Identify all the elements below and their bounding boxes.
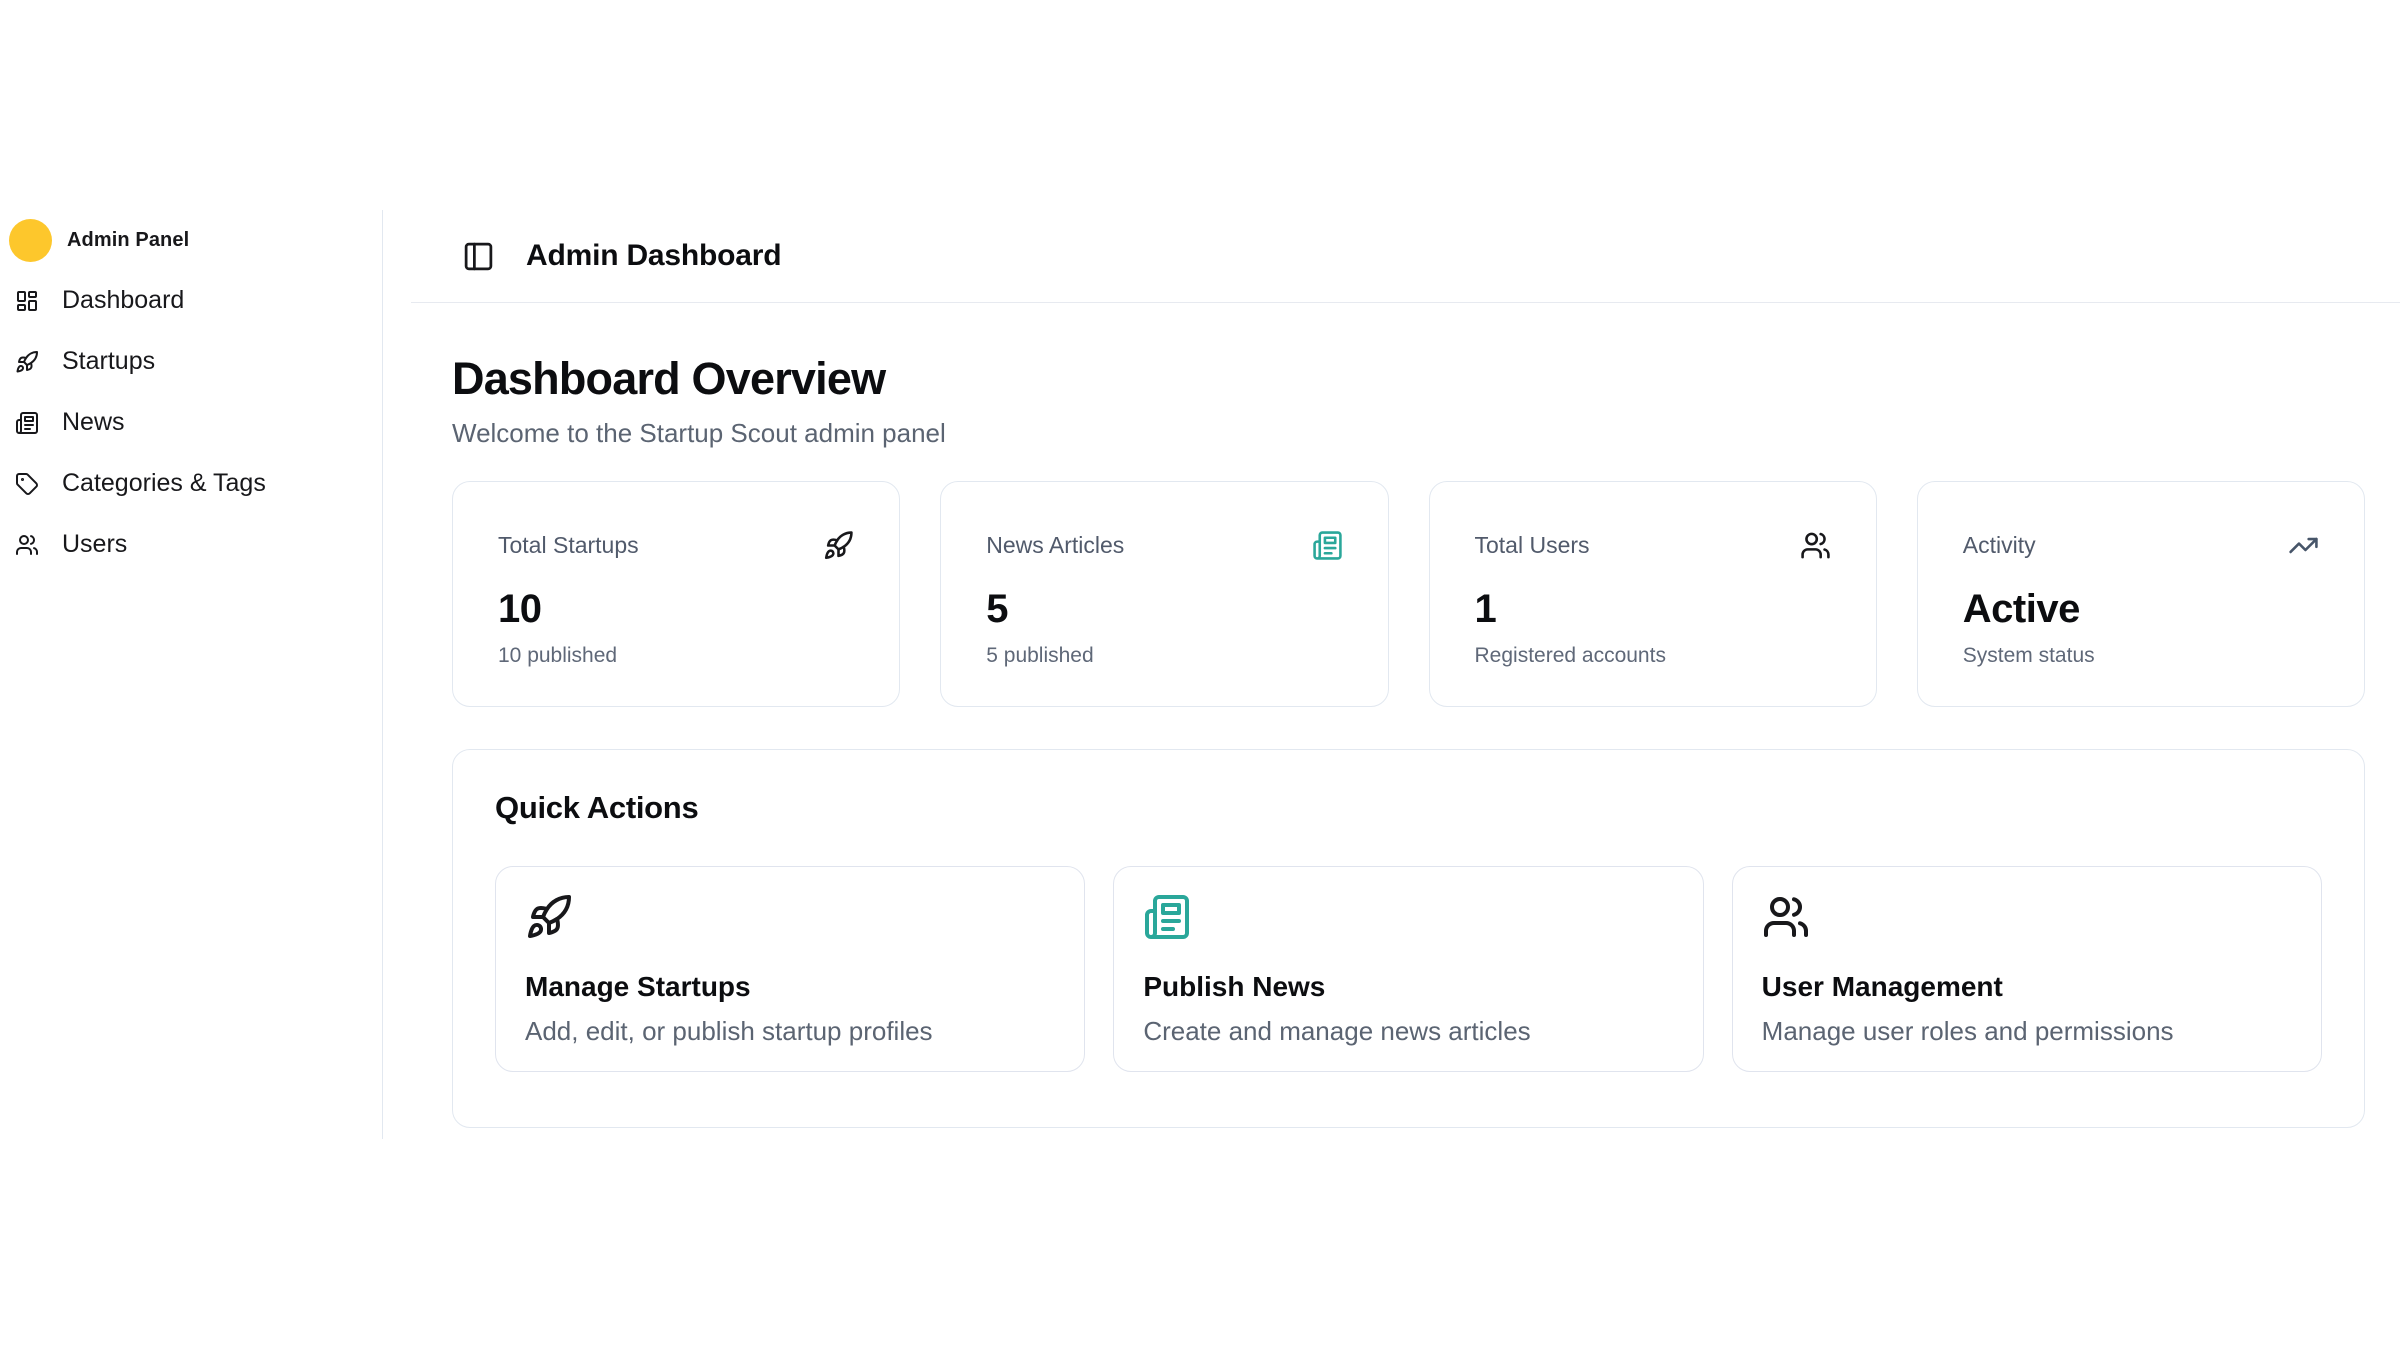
users-icon [1800,530,1831,561]
rocket-icon [823,530,854,561]
brand-label: Admin Panel [67,229,189,252]
sidebar-item-users[interactable]: Users [15,514,382,575]
stat-label: News Articles [986,532,1124,559]
sidebar-item-startups[interactable]: Startups [15,331,382,392]
quick-actions-panel: Quick Actions Manage Startups Add, edit,… [452,749,2365,1128]
stat-card-activity: Activity Active System status [1917,481,2365,707]
rocket-icon [525,893,573,941]
stat-label: Total Startups [498,532,639,559]
action-card-user-management[interactable]: User Management Manage user roles and pe… [1732,866,2322,1072]
stat-caption: 5 published [986,644,1342,668]
brand-logo-circle [9,219,52,262]
tag-icon [15,472,39,496]
stat-card-total-startups: Total Startups 10 10 published [452,481,900,707]
newspaper-icon [1143,893,1191,941]
page-title: Dashboard Overview [452,353,2365,405]
users-icon [1762,893,1810,941]
sidebar-item-dashboard[interactable]: Dashboard [15,270,382,331]
layout-dashboard-icon [15,289,39,313]
stats-grid: Total Startups 10 10 published News Arti… [452,481,2365,707]
sidebar-item-news[interactable]: News [15,392,382,453]
action-card-publish-news[interactable]: Publish News Create and manage news arti… [1113,866,1703,1072]
action-title: Manage Startups [525,971,1055,1003]
panel-left-icon[interactable] [462,240,495,273]
sidebar-brand: Admin Panel [9,216,382,264]
action-description: Manage user roles and permissions [1762,1016,2292,1047]
page-content: Dashboard Overview Welcome to the Startu… [452,353,2365,1128]
stat-card-total-users: Total Users 1 Registered accounts [1429,481,1877,707]
sidebar: Admin Panel Dashboard Startups News Cate… [0,210,383,1139]
stat-value: Active [1963,587,2319,632]
stat-card-news-articles: News Articles 5 5 published [940,481,1388,707]
users-icon [15,533,39,557]
sidebar-item-categories-tags[interactable]: Categories & Tags [15,453,382,514]
stat-label: Total Users [1475,532,1590,559]
stat-caption: 10 published [498,644,854,668]
action-description: Create and manage news articles [1143,1016,1673,1047]
sidebar-nav: Dashboard Startups News Categories & Tag… [15,270,382,575]
quick-actions-title: Quick Actions [495,790,2322,826]
header-title: Admin Dashboard [526,239,781,273]
trending-up-icon [2288,530,2319,561]
rocket-icon [15,350,39,374]
admin-app: Admin Panel Dashboard Startups News Cate… [0,210,2400,1139]
sidebar-item-label: Categories & Tags [62,469,266,498]
main-area: Admin Dashboard Dashboard Overview Welco… [411,210,2400,1139]
stat-caption: Registered accounts [1475,644,1831,668]
stat-caption: System status [1963,644,2319,668]
stat-value: 10 [498,587,854,632]
action-title: Publish News [1143,971,1673,1003]
stat-value: 1 [1475,587,1831,632]
quick-actions-grid: Manage Startups Add, edit, or publish st… [495,866,2322,1072]
sidebar-item-label: News [62,408,125,437]
newspaper-icon [1312,530,1343,561]
action-title: User Management [1762,971,2292,1003]
page-subtitle: Welcome to the Startup Scout admin panel [452,418,2365,449]
newspaper-icon [15,411,39,435]
sidebar-item-label: Startups [62,347,155,376]
stat-label: Activity [1963,532,2036,559]
sidebar-item-label: Users [62,530,127,559]
action-description: Add, edit, or publish startup profiles [525,1016,1055,1047]
stat-value: 5 [986,587,1342,632]
sidebar-item-label: Dashboard [62,286,184,315]
top-header: Admin Dashboard [411,210,2400,303]
action-card-manage-startups[interactable]: Manage Startups Add, edit, or publish st… [495,866,1085,1072]
